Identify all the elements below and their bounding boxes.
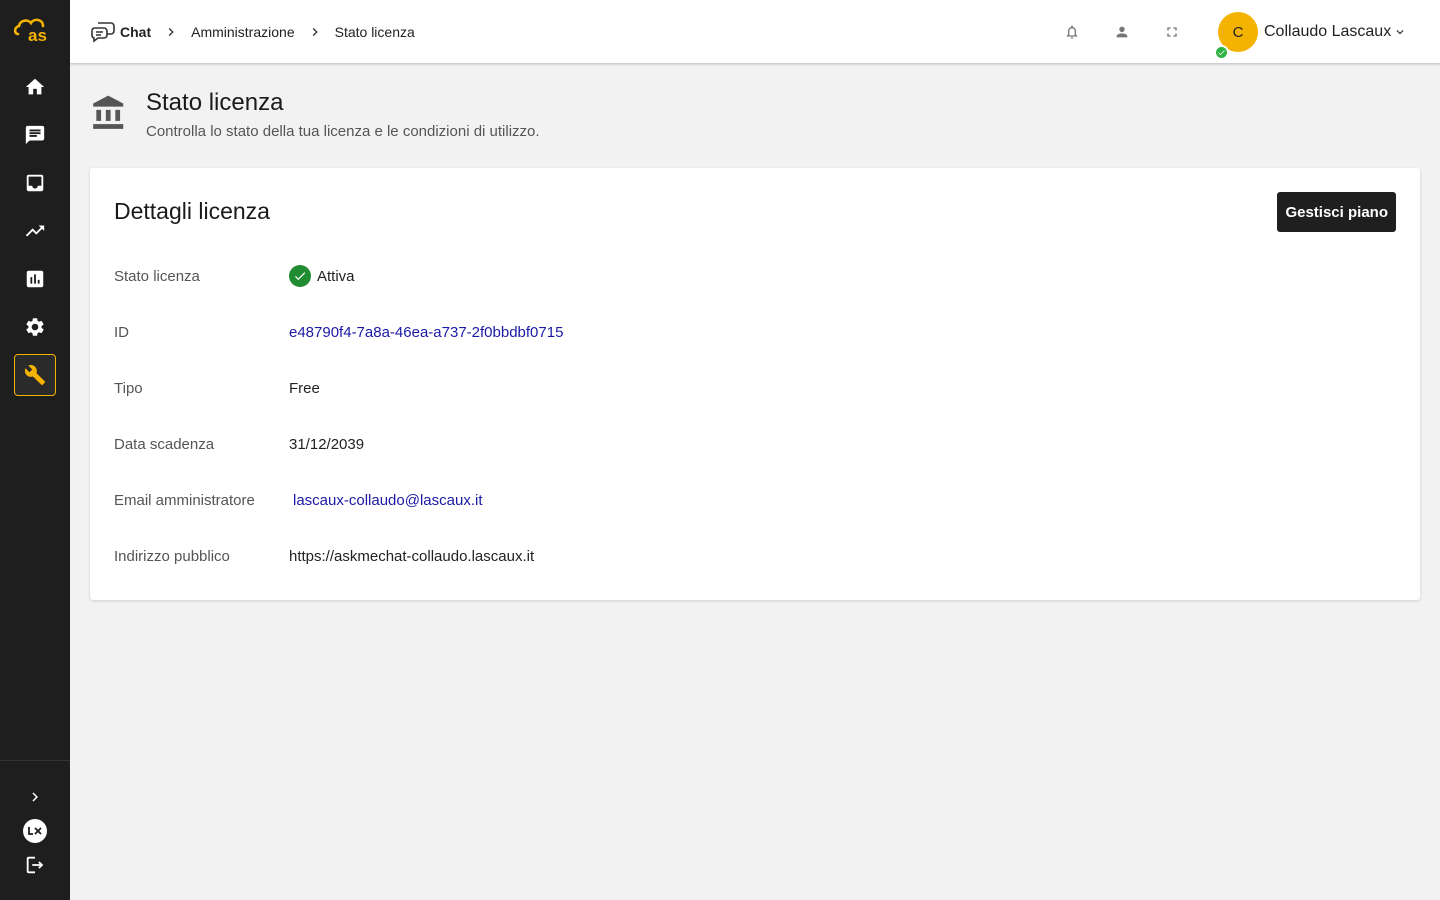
trending-up-icon [25, 225, 45, 237]
license-status-text: Attiva [317, 267, 355, 285]
row-label: ID [114, 323, 129, 341]
sidebar-divider [0, 760, 70, 761]
avatar[interactable]: C [1214, 12, 1258, 60]
admin-email-link[interactable]: lascaux-collaudo@lascaux.it [293, 492, 483, 509]
breadcrumb-chat-label: Chat [120, 24, 152, 40]
user-menu[interactable]: C Collaudo Lascaux [1214, 12, 1407, 60]
lascaux-logo-icon [23, 819, 47, 843]
logout-button[interactable] [20, 850, 50, 880]
license-id-row: ID e48790f4-7a8a-46ea-a737-2f0bbdbf0715 [114, 320, 1394, 344]
logout-icon [26, 856, 44, 874]
user-name: Collaudo Lascaux [1264, 23, 1392, 40]
sidebar-item-home[interactable] [14, 66, 56, 108]
license-status-row: Stato licenza Attiva [114, 264, 1394, 288]
sidebar-item-chat[interactable] [14, 114, 56, 156]
manage-plan-button[interactable]: Gestisci piano [1277, 192, 1396, 232]
chevron-right-icon [168, 28, 174, 36]
svg-text:as: as [28, 26, 47, 44]
license-details-card: Dettagli licenza Gestisci piano Stato li… [90, 168, 1420, 600]
expiry-date-value: 31/12/2039 [289, 435, 365, 453]
breadcrumb: Chat Amministrazione Stato licenza [90, 0, 415, 64]
fullscreen-button[interactable] [1162, 22, 1182, 42]
online-status-badge [1214, 45, 1229, 60]
inbox-icon [26, 174, 44, 192]
wrench-icon [24, 365, 46, 386]
expiry-date-row: Data scadenza 31/12/2039 [114, 432, 1394, 456]
page-subtitle: Controlla lo stato della tua licenza e l… [146, 123, 540, 140]
brand-button[interactable] [20, 816, 50, 846]
sidebar-item-analytics[interactable] [14, 258, 56, 300]
profile-button[interactable] [1112, 22, 1132, 42]
license-status-value: Attiva [289, 265, 355, 287]
public-address-row: Indirizzo pubblico https://askmechat-col… [114, 544, 1394, 568]
chat-bubbles-icon [91, 22, 115, 43]
card-title: Dettagli licenza [114, 198, 270, 224]
license-type-value: Free [289, 379, 320, 397]
chevron-right-icon [312, 28, 318, 36]
row-label: Stato licenza [114, 267, 200, 285]
check-icon [1218, 50, 1225, 56]
row-label: Indirizzo pubblico [114, 547, 230, 565]
topbar: Chat Amministrazione Stato licenza C Col… [70, 0, 1440, 64]
sidebar-item-settings[interactable] [14, 306, 56, 348]
chevron-down-icon [1396, 30, 1404, 35]
breadcrumb-admin[interactable]: Amministrazione [191, 24, 294, 40]
public-address-value: https://askmechat-collaudo.lascaux.it [289, 547, 535, 565]
bar-chart-icon [26, 270, 44, 288]
row-label: Data scadenza [114, 435, 215, 453]
sidebar: as [0, 0, 70, 900]
license-type-row: Tipo Free [114, 376, 1394, 400]
sidebar-item-administration[interactable] [14, 354, 56, 396]
bell-icon [1066, 25, 1078, 39]
chat-icon [25, 125, 45, 145]
check-circle-icon [289, 265, 311, 287]
row-label: Tipo [114, 379, 143, 397]
app-logo[interactable]: as [12, 14, 56, 45]
fullscreen-icon [1167, 27, 1177, 37]
breadcrumb-chat[interactable]: Chat [90, 21, 151, 43]
page-title: Stato licenza [146, 89, 284, 116]
expand-sidebar-button[interactable] [20, 782, 50, 812]
gear-icon [26, 318, 44, 336]
row-label: Email amministratore [114, 491, 255, 509]
breadcrumb-current: Stato licenza [334, 24, 415, 40]
home-icon [25, 78, 45, 95]
license-id-link[interactable]: e48790f4-7a8a-46ea-a737-2f0bbdbf0715 [289, 324, 563, 341]
sidebar-item-inbox[interactable] [14, 162, 56, 204]
admin-email-row: Email amministratore lascaux-collaudo@la… [114, 488, 1394, 512]
bank-icon [90, 94, 128, 132]
chevron-right-icon [32, 792, 38, 802]
notifications-button[interactable] [1062, 22, 1082, 42]
avatar-initial: C [1232, 23, 1244, 41]
sidebar-item-trending[interactable] [14, 210, 56, 252]
person-icon [1116, 26, 1128, 38]
